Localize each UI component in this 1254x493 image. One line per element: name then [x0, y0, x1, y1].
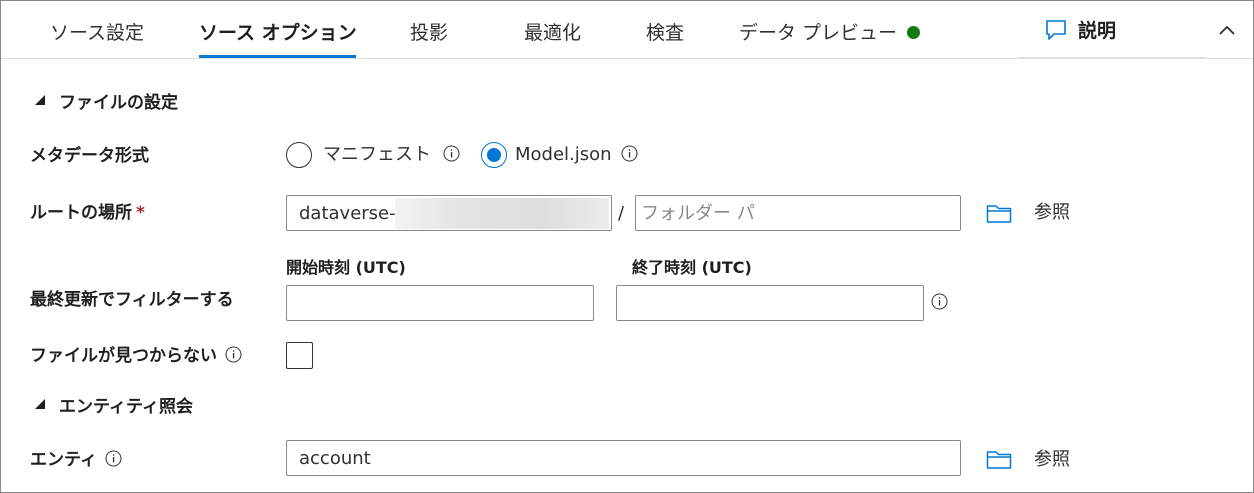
tab-projection[interactable]: 投影	[410, 19, 448, 47]
tab-inspect[interactable]: 検査	[646, 19, 684, 47]
status-ok-dot	[907, 26, 921, 39]
radio-model-json-label[interactable]: Model.json	[515, 142, 638, 168]
start-time-label: 開始時刻 (UTC)	[286, 258, 406, 277]
chevron-up-icon[interactable]	[1214, 17, 1240, 43]
info-icon[interactable]	[225, 346, 242, 363]
filter-last-modified-label: 最終更新でフィルターする	[30, 290, 234, 310]
active-tab-indicator	[199, 55, 356, 58]
radio-manifest[interactable]	[286, 142, 312, 168]
entity-label: エンティ	[30, 448, 122, 472]
entity-label-text: エンティ	[30, 450, 97, 470]
start-time-input[interactable]	[286, 285, 594, 321]
tab-source-options[interactable]: ソース オプション	[199, 19, 357, 47]
folder-path-input[interactable]	[635, 195, 961, 231]
tab-source-settings[interactable]: ソース設定	[50, 19, 144, 47]
chat-bubble-icon	[1046, 20, 1066, 40]
entity-input[interactable]	[286, 440, 961, 476]
folder-icon[interactable]	[986, 202, 1012, 224]
radio-manifest-text: マニフェスト	[323, 144, 431, 165]
browse-entity-button[interactable]: 参照	[1034, 447, 1070, 473]
metadata-format-label: メタデータ形式	[30, 146, 149, 166]
root-location-label: ルートの場所 *	[30, 201, 145, 225]
root-location-label-text: ルートの場所	[30, 203, 132, 223]
no-files-found-label-text: ファイルが見つからない	[30, 346, 217, 366]
info-icon[interactable]	[105, 450, 122, 467]
radio-manifest-label[interactable]: マニフェスト	[323, 142, 460, 168]
end-time-label: 終了時刻 (UTC)	[632, 258, 752, 277]
no-files-found-checkbox[interactable]	[286, 342, 313, 369]
collapse-triangle-icon	[35, 95, 45, 105]
tab-data-preview[interactable]: データ プレビュー	[739, 19, 921, 47]
explain-button[interactable]: 説明	[1018, 1, 1206, 59]
explain-label: 説明	[1078, 20, 1117, 42]
file-settings-heading-label: ファイルの設定	[59, 93, 178, 113]
tab-bar: ソース設定 ソース オプション 投影 最適化 検査 データ プレビュー 説明	[1, 1, 1253, 59]
info-icon[interactable]	[443, 145, 460, 162]
radio-model-json[interactable]	[481, 142, 507, 168]
tab-optimize[interactable]: 最適化	[524, 19, 581, 47]
entity-reference-heading[interactable]: エンティティ照会	[35, 395, 193, 419]
browse-root-button[interactable]: 参照	[1034, 200, 1070, 226]
tab-data-preview-label: データ プレビュー	[739, 22, 898, 44]
required-mark: *	[136, 203, 145, 223]
file-settings-heading[interactable]: ファイルの設定	[35, 91, 178, 115]
info-icon[interactable]	[931, 293, 948, 310]
path-separator: /	[618, 203, 625, 224]
end-time-input[interactable]	[616, 285, 924, 321]
redacted-region	[395, 198, 609, 229]
entity-reference-heading-label: エンティティ照会	[59, 397, 193, 417]
source-options-panel: ソース設定 ソース オプション 投影 最適化 検査 データ プレビュー 説明 フ…	[0, 0, 1254, 493]
collapse-triangle-icon	[35, 399, 45, 409]
folder-icon[interactable]	[986, 448, 1012, 470]
no-files-found-label: ファイルが見つからない	[30, 344, 242, 368]
info-icon[interactable]	[621, 145, 638, 162]
radio-model-json-text: Model.json	[515, 144, 612, 165]
